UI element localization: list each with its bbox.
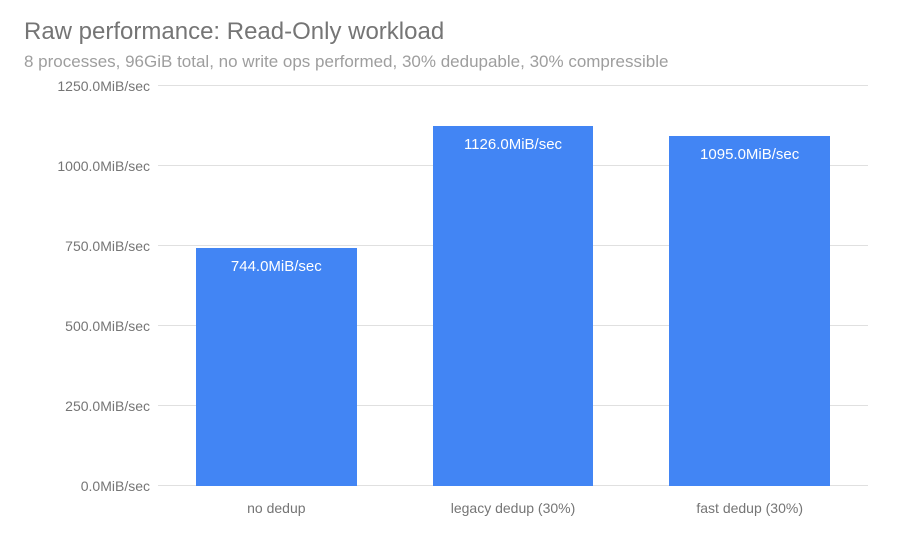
bar-slot: 1095.0MiB/sec <box>631 86 868 486</box>
bar-slot: 744.0MiB/sec <box>158 86 395 486</box>
y-tick-label: 1250.0MiB/sec <box>30 78 150 94</box>
bar-fast-dedup: 1095.0MiB/sec <box>669 136 830 486</box>
x-tick-label: legacy dedup (30%) <box>395 490 632 526</box>
bar-value-label: 1126.0MiB/sec <box>464 136 562 153</box>
bar-slot: 1126.0MiB/sec <box>395 86 632 486</box>
bar-legacy-dedup: 1126.0MiB/sec <box>433 126 594 486</box>
chart-area: 1250.0MiB/sec 1000.0MiB/sec 750.0MiB/sec… <box>28 86 888 526</box>
y-tick-label: 250.0MiB/sec <box>30 398 150 414</box>
bars-container: 744.0MiB/sec 1126.0MiB/sec 1095.0MiB/sec <box>158 86 868 486</box>
plot-area: 744.0MiB/sec 1126.0MiB/sec 1095.0MiB/sec <box>158 86 868 486</box>
chart-title: Raw performance: Read-Only workload <box>24 18 888 46</box>
bar-value-label: 1095.0MiB/sec <box>700 146 799 163</box>
bar-no-dedup: 744.0MiB/sec <box>196 248 357 486</box>
y-tick-label: 750.0MiB/sec <box>30 238 150 254</box>
y-tick-label: 500.0MiB/sec <box>30 318 150 334</box>
y-tick-label: 0.0MiB/sec <box>30 478 150 494</box>
y-tick-label: 1000.0MiB/sec <box>30 158 150 174</box>
y-axis-ticks: 1250.0MiB/sec 1000.0MiB/sec 750.0MiB/sec… <box>28 86 156 486</box>
x-tick-label: no dedup <box>158 490 395 526</box>
chart-subtitle: 8 processes, 96GiB total, no write ops p… <box>24 52 888 72</box>
bar-value-label: 744.0MiB/sec <box>231 258 322 275</box>
x-axis-ticks: no dedup legacy dedup (30%) fast dedup (… <box>158 490 868 526</box>
x-tick-label: fast dedup (30%) <box>631 490 868 526</box>
